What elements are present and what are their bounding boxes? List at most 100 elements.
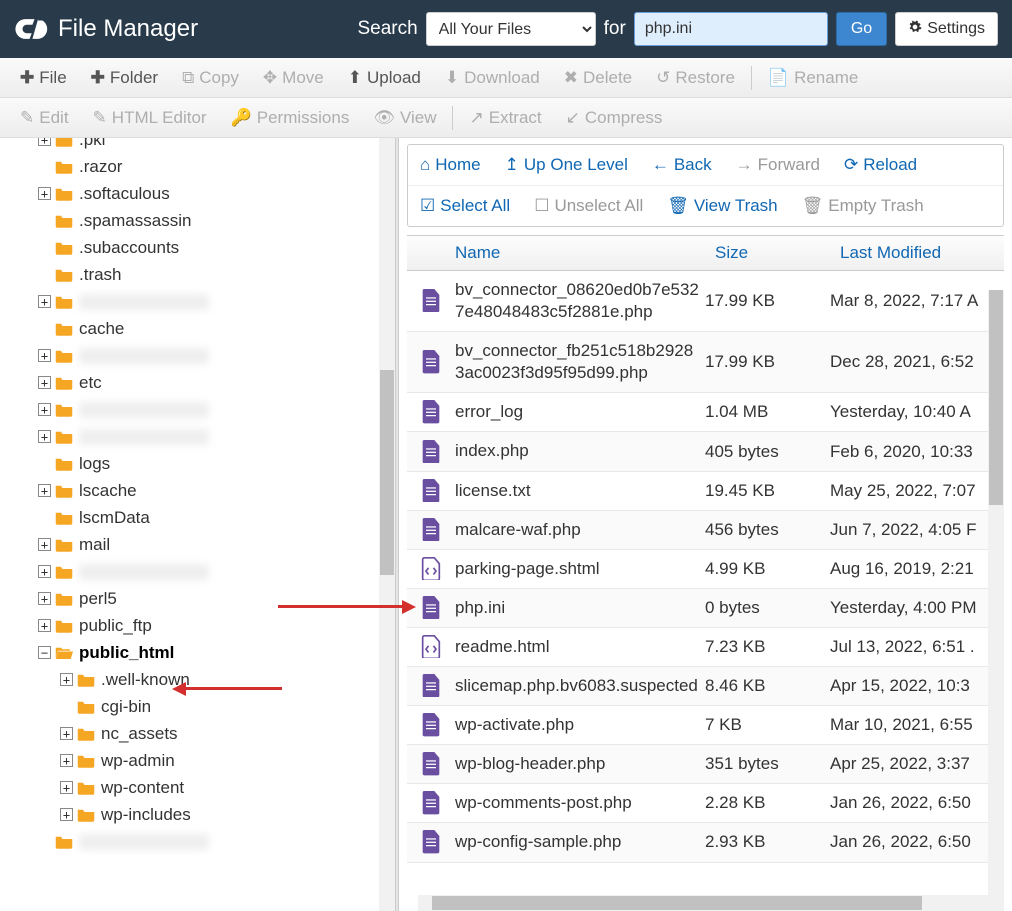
settings-button[interactable]: Settings bbox=[895, 12, 998, 46]
tree-item[interactable]: +wp-includes bbox=[8, 801, 387, 828]
file-row[interactable]: wp-blog-header.php 351 bytes Apr 25, 202… bbox=[407, 745, 1004, 784]
reload-button[interactable]: ⟳Reload bbox=[844, 155, 917, 175]
column-modified[interactable]: Last Modified bbox=[830, 243, 1004, 263]
expand-icon[interactable]: + bbox=[60, 781, 73, 794]
tree-item[interactable]: cache bbox=[8, 315, 387, 342]
tree-item[interactable]: .razor bbox=[8, 153, 387, 180]
tree-item[interactable]: + bbox=[8, 342, 387, 369]
download-button[interactable]: ⬇Download bbox=[433, 62, 552, 94]
file-list-scrollbar[interactable] bbox=[988, 290, 1004, 897]
file-row[interactable]: slicemap.php.bv6083.suspected 8.46 KB Ap… bbox=[407, 667, 1004, 706]
tree-item[interactable]: +.pki bbox=[8, 138, 387, 153]
file-row[interactable]: bv_connector_fb251c518b29283ac0023f3d95f… bbox=[407, 332, 1004, 393]
file-row[interactable]: license.txt 19.45 KB May 25, 2022, 7:07 bbox=[407, 472, 1004, 511]
select-all-button[interactable]: ☑Select All bbox=[420, 196, 510, 216]
go-button[interactable]: Go bbox=[836, 12, 887, 46]
expand-icon[interactable]: + bbox=[60, 673, 73, 686]
expand-icon[interactable]: + bbox=[38, 349, 51, 362]
tree-item[interactable]: lscmData bbox=[8, 504, 387, 531]
view-trash-button[interactable]: 🗑View Trash bbox=[667, 196, 777, 216]
tree-item[interactable]: + bbox=[8, 558, 387, 585]
folder-icon bbox=[55, 295, 73, 309]
expand-icon[interactable]: + bbox=[38, 484, 51, 497]
tree-item[interactable]: +etc bbox=[8, 369, 387, 396]
file-row[interactable]: parking-page.shtml 4.99 KB Aug 16, 2019,… bbox=[407, 550, 1004, 589]
expand-icon[interactable]: + bbox=[60, 808, 73, 821]
tree-item[interactable]: .subaccounts bbox=[8, 234, 387, 261]
expand-icon[interactable]: + bbox=[38, 403, 51, 416]
tree-item[interactable]: + bbox=[8, 396, 387, 423]
file-row[interactable]: wp-comments-post.php 2.28 KB Jan 26, 202… bbox=[407, 784, 1004, 823]
upload-button[interactable]: ⬆Upload bbox=[336, 62, 433, 94]
tree-item[interactable]: .trash bbox=[8, 261, 387, 288]
up-one-level-button[interactable]: ↥Up One Level bbox=[505, 155, 628, 175]
scroll-thumb[interactable] bbox=[432, 896, 922, 910]
scroll-thumb[interactable] bbox=[380, 370, 394, 575]
tree-item[interactable]: +nc_assets bbox=[8, 720, 387, 747]
permissions-button[interactable]: 🔑Permissions bbox=[219, 102, 362, 134]
tree-item[interactable]: +perl5 bbox=[8, 585, 387, 612]
expand-icon[interactable]: + bbox=[38, 295, 51, 308]
scroll-thumb[interactable] bbox=[989, 290, 1003, 505]
file-row[interactable]: bv_connector_08620ed0b7e5327e48048483c5f… bbox=[407, 271, 1004, 332]
file-row[interactable]: wp-activate.php 7 KB Mar 10, 2021, 6:55 bbox=[407, 706, 1004, 745]
expand-icon[interactable]: + bbox=[38, 619, 51, 632]
expand-icon[interactable]: + bbox=[38, 430, 51, 443]
move-button[interactable]: ✥Move bbox=[251, 62, 336, 94]
home-button[interactable]: ⌂Home bbox=[420, 155, 481, 175]
folder-tree[interactable]: +.pki.razor+.softaculous.spamassassin.su… bbox=[0, 138, 395, 911]
expand-icon[interactable]: + bbox=[60, 754, 73, 767]
tree-item[interactable]: +mail bbox=[8, 531, 387, 558]
file-row[interactable]: readme.html 7.23 KB Jul 13, 2022, 6:51 . bbox=[407, 628, 1004, 667]
expand-icon[interactable]: + bbox=[38, 376, 51, 389]
collapse-icon[interactable]: − bbox=[38, 646, 51, 659]
horizontal-scrollbar[interactable] bbox=[418, 895, 1004, 911]
expand-icon[interactable]: + bbox=[38, 565, 51, 578]
tree-item[interactable]: cgi-bin bbox=[8, 693, 387, 720]
forward-button[interactable]: →Forward bbox=[736, 155, 820, 175]
tree-item[interactable]: + bbox=[8, 288, 387, 315]
expand-icon[interactable]: + bbox=[38, 187, 51, 200]
delete-button[interactable]: ✖Delete bbox=[552, 62, 644, 94]
expand-icon[interactable]: + bbox=[38, 592, 51, 605]
view-button[interactable]: 👁View bbox=[361, 102, 448, 134]
tree-item[interactable]: +lscache bbox=[8, 477, 387, 504]
file-row[interactable]: php.ini 0 bytes Yesterday, 4:00 PM bbox=[407, 589, 1004, 628]
rename-button[interactable]: 📄Rename bbox=[756, 62, 870, 94]
column-size[interactable]: Size bbox=[705, 243, 830, 263]
expand-icon[interactable]: + bbox=[38, 138, 51, 146]
extract-button[interactable]: ↗Extract bbox=[457, 102, 553, 134]
file-row[interactable]: wp-config-sample.php 2.93 KB Jan 26, 202… bbox=[407, 823, 1004, 862]
tree-item[interactable] bbox=[8, 828, 387, 855]
html-editor-button[interactable]: ✎HTML Editor bbox=[81, 102, 219, 134]
file-row[interactable]: index.php 405 bytes Feb 6, 2020, 10:33 bbox=[407, 432, 1004, 471]
expand-icon[interactable]: + bbox=[38, 538, 51, 551]
tree-item[interactable]: −public_html bbox=[8, 639, 387, 666]
back-button[interactable]: ←Back bbox=[652, 155, 712, 175]
copy-button[interactable]: ⧉Copy bbox=[170, 62, 251, 94]
tree-item[interactable]: +wp-content bbox=[8, 774, 387, 801]
tree-scrollbar[interactable] bbox=[379, 138, 395, 911]
search-scope-select[interactable]: All Your Files bbox=[426, 12, 596, 46]
edit-button[interactable]: ✎Edit bbox=[8, 102, 81, 134]
expand-icon[interactable]: + bbox=[60, 727, 73, 740]
search-input[interactable] bbox=[634, 12, 828, 46]
folder-button[interactable]: ✚Folder bbox=[79, 62, 170, 94]
tree-item[interactable]: +.softaculous bbox=[8, 180, 387, 207]
tree-item[interactable]: +wp-admin bbox=[8, 747, 387, 774]
restore-button[interactable]: ↺Restore bbox=[644, 62, 747, 94]
file-row[interactable]: error_log 1.04 MB Yesterday, 10:40 A bbox=[407, 393, 1004, 432]
file-row[interactable]: malcare-waf.php 456 bytes Jun 7, 2022, 4… bbox=[407, 511, 1004, 550]
file-table-body[interactable]: bv_connector_08620ed0b7e5327e48048483c5f… bbox=[407, 271, 1004, 894]
tree-item[interactable]: + bbox=[8, 423, 387, 450]
tree-item[interactable]: +public_ftp bbox=[8, 612, 387, 639]
compress-button[interactable]: ↙Compress bbox=[554, 102, 675, 134]
column-name[interactable]: Name bbox=[407, 243, 705, 263]
file-name: error_log bbox=[455, 393, 705, 431]
tree-item[interactable]: +.well-known bbox=[8, 666, 387, 693]
unselect-all-button[interactable]: ☐Unselect All bbox=[534, 196, 643, 216]
tree-item[interactable]: logs bbox=[8, 450, 387, 477]
empty-trash-button[interactable]: 🗑Empty Trash bbox=[802, 196, 924, 216]
file-button[interactable]: ✚File bbox=[8, 62, 79, 94]
tree-item[interactable]: .spamassassin bbox=[8, 207, 387, 234]
